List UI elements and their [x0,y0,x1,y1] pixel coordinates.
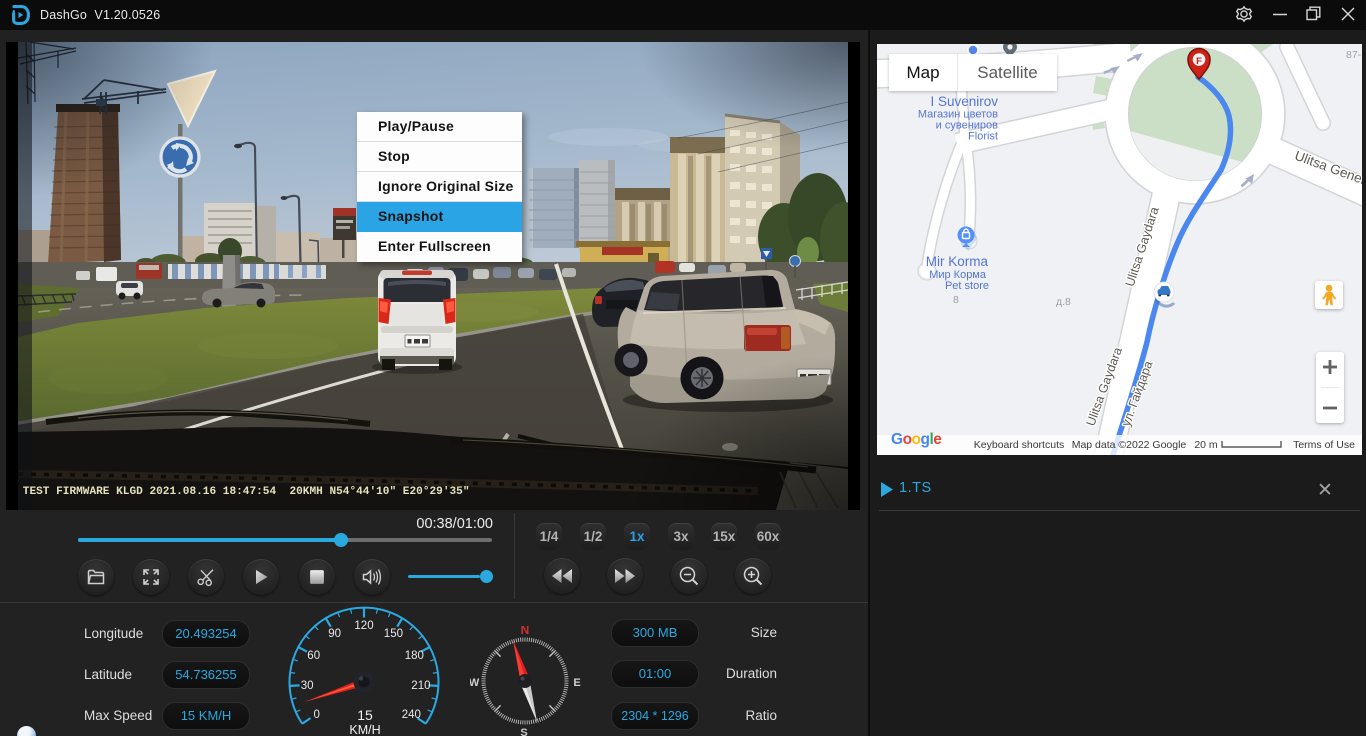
svg-text:Google: Google [891,431,942,448]
svg-text:N: N [521,626,530,637]
svg-text:S: S [520,727,527,736]
svg-text:Keyboard shortcuts: Keyboard shortcuts [974,439,1064,451]
svg-text:180: 180 [405,650,424,662]
svg-text:240: 240 [402,709,421,721]
svg-text:8: 8 [953,294,959,306]
svg-text:E: E [573,677,580,689]
svg-text:Map data ©2022 Google: Map data ©2022 Google [1072,439,1187,451]
svg-text:Pet store: Pet store [945,280,989,292]
svg-text:д.8: д.8 [1056,296,1071,308]
svg-text:I Suvenirov: I Suvenirov [930,94,998,109]
svg-text:F: F [1196,56,1202,67]
svg-text:Mir Korma: Mir Korma [926,254,989,269]
svg-text:210: 210 [411,680,430,692]
svg-text:30: 30 [301,680,314,692]
svg-text:0: 0 [313,709,319,721]
svg-text:87-: 87- [1346,49,1362,61]
svg-text:Florist: Florist [968,131,998,143]
svg-text:60: 60 [307,650,320,662]
svg-text:120: 120 [354,620,373,632]
svg-text:90: 90 [328,628,341,640]
svg-text:Terms of Use: Terms of Use [1293,439,1355,451]
svg-text:KM/H: KM/H [349,723,380,736]
svg-text:150: 150 [384,628,403,640]
svg-text:W: W [470,677,480,689]
svg-text:20 m: 20 m [1194,439,1218,451]
svg-text:15: 15 [357,707,373,723]
